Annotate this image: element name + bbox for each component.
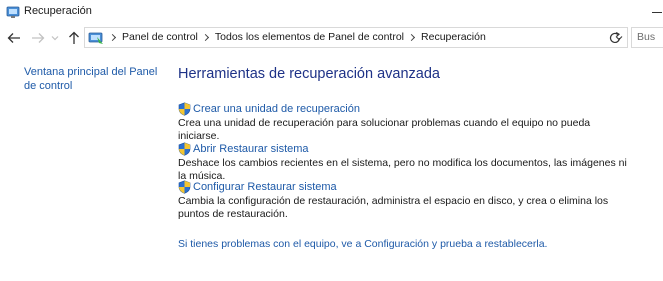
configure-system-restore-link[interactable]: Configurar Restaurar sistema [178, 180, 638, 194]
task-open-system-restore: Abrir Restaurar sistema Deshace los camb… [178, 142, 638, 183]
arrow-right-icon [32, 33, 45, 43]
open-system-restore-link[interactable]: Abrir Restaurar sistema [178, 142, 638, 156]
recent-locations-button[interactable] [49, 29, 61, 47]
sidebar-home-link[interactable]: Ventana principal del Panel de control [24, 65, 164, 93]
arrow-up-icon [69, 31, 79, 44]
chevron-down-icon [51, 36, 59, 41]
page-title: Herramientas de recuperación avanzada [178, 66, 440, 82]
refresh-icon[interactable] [608, 31, 622, 45]
breadcrumb-separator-icon[interactable] [201, 33, 209, 41]
arrow-left-icon [7, 33, 20, 43]
breadcrumb-item-recovery[interactable]: Recuperación [421, 31, 486, 43]
forward-button[interactable] [29, 29, 47, 47]
uac-shield-icon [178, 102, 191, 116]
task-label[interactable]: Crear una unidad de recuperación [193, 103, 360, 115]
task-label[interactable]: Configurar Restaurar sistema [193, 181, 337, 193]
reset-pc-link[interactable]: Si tienes problemas con el equipo, ve a … [178, 238, 547, 250]
breadcrumb-separator-icon[interactable] [407, 33, 416, 41]
task-description: Cambia la configuración de restauración,… [178, 195, 609, 220]
create-recovery-drive-link[interactable]: Crear una unidad de recuperación [178, 102, 638, 116]
title-bar: Recuperación [0, 0, 663, 24]
search-input[interactable]: Bus [631, 27, 663, 48]
breadcrumb-item-control-panel[interactable]: Panel de control [122, 31, 198, 43]
recovery-window: Recuperación Panel de control Todos los … [0, 0, 663, 281]
uac-shield-icon [178, 142, 191, 156]
address-bar[interactable]: Panel de control Todos los elementos de … [84, 27, 628, 48]
navigation-bar: Panel de control Todos los elementos de … [0, 24, 663, 52]
control-panel-icon [6, 6, 20, 18]
task-description: Crea una unidad de recuperación para sol… [178, 117, 591, 142]
breadcrumb: Panel de control Todos los elementos de … [105, 31, 486, 43]
uac-shield-icon [178, 180, 191, 194]
breadcrumb-separator-icon[interactable] [108, 33, 117, 41]
task-create-recovery-drive: Crear una unidad de recuperación Crea un… [178, 102, 638, 143]
search-placeholder: Bus [637, 31, 656, 43]
task-configure-system-restore: Configurar Restaurar sistema Cambia la c… [178, 180, 638, 221]
control-panel-icon [88, 32, 103, 44]
breadcrumb-item-all-items[interactable]: Todos los elementos de Panel de control [215, 31, 404, 43]
minimize-button[interactable] [643, 0, 663, 24]
task-label[interactable]: Abrir Restaurar sistema [193, 143, 309, 155]
window-title: Recuperación [24, 5, 92, 17]
up-button[interactable] [65, 29, 83, 47]
back-button[interactable] [5, 29, 23, 47]
